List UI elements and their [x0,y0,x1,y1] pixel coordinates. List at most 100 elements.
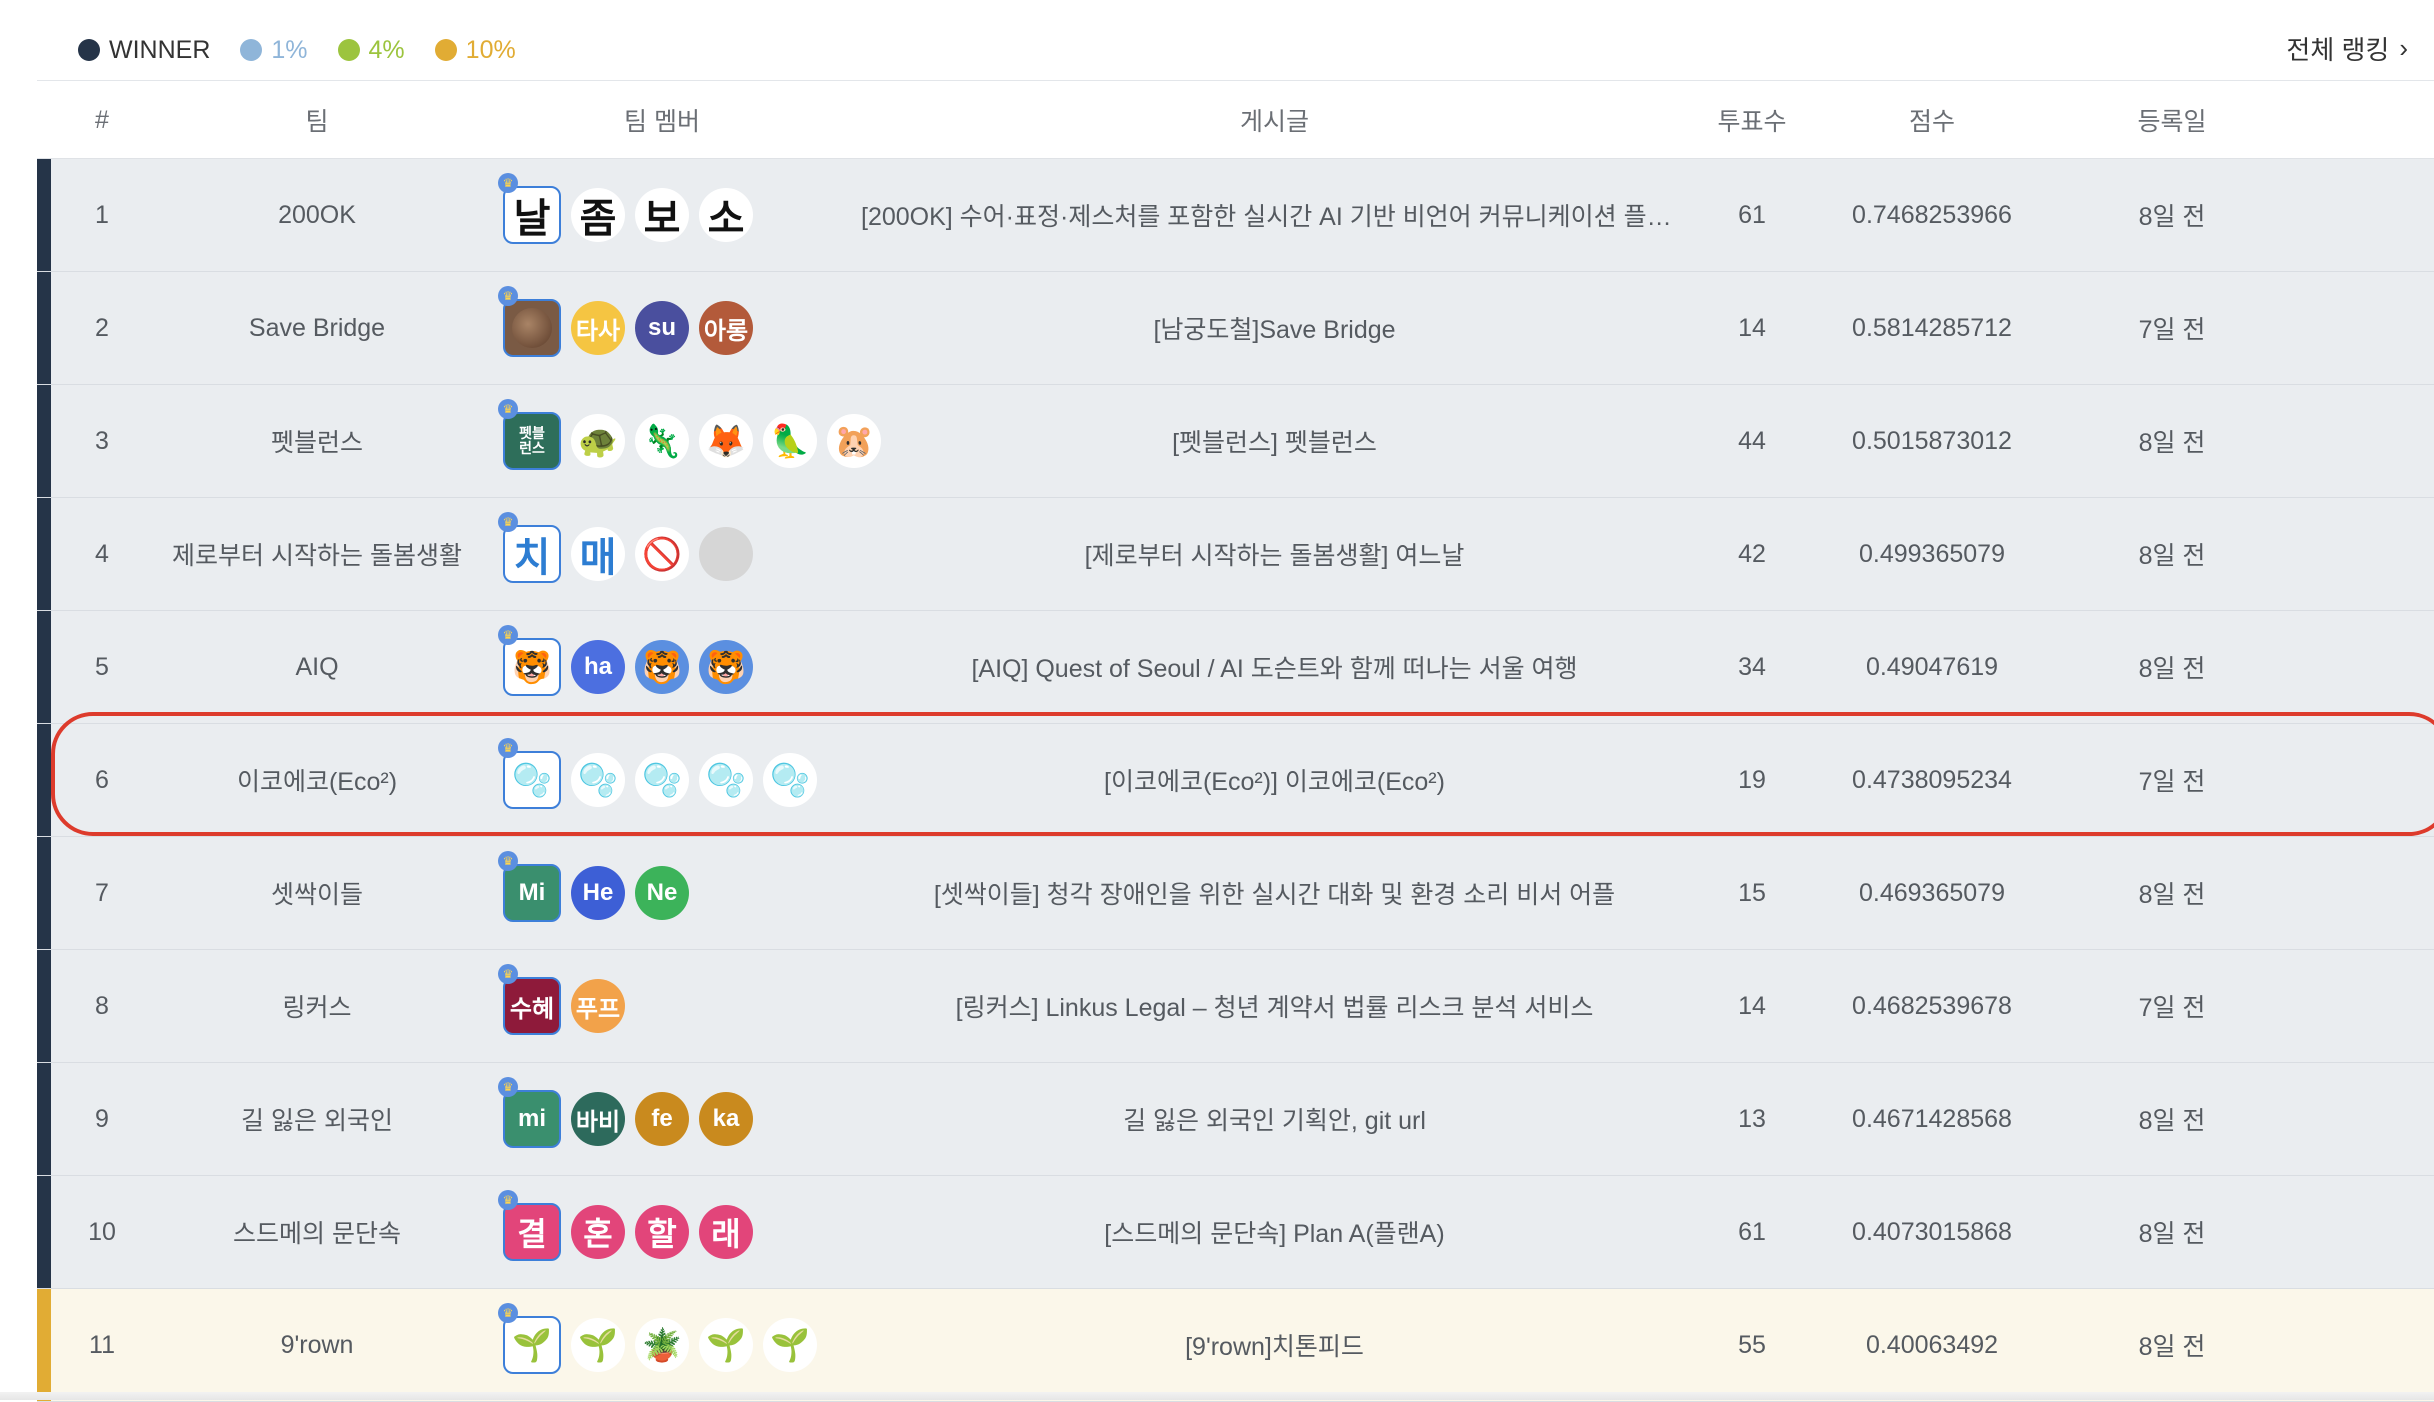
table-row[interactable]: 6 이코에코(Eco²) 🫧 ♛ 🫧 🫧 🫧 🫧 [이코에코(Eco²)] 이코에코(Eco²)… [37,724,2434,837]
member-avatar[interactable]: He [571,866,625,920]
post-title-link[interactable]: [제로부터 시작하는 돌봄생활] 여느날 [857,536,1692,572]
member-avatar[interactable]: 🫧 [635,753,689,807]
members-list: 🐯 ♛ ha 🐯 🐯 [498,625,857,696]
post-title-link[interactable]: 길 잃은 외국인 기획안, git url [857,1101,1692,1137]
avatar-initials: mi [517,1105,546,1132]
votes-cell: 34 [1738,652,1766,681]
member-avatar[interactable]: 혼 [571,1205,625,1259]
members-cell: 수혜 ♛ 푸프 [467,964,857,1035]
members-cell: 펫블 런스 ♛ 🐢 🦎 🦊 🦜 🐹 [467,399,881,470]
table-row[interactable]: 2 Save Bridge ♛ 타사 su 아롱 [남궁도철]Save Bridge 14 0.… [37,272,2434,385]
member-avatar[interactable]: 🐯 [699,640,753,694]
avatar-character-icon: 🐯 [512,649,552,685]
leader-avatar[interactable]: Mi ♛ [498,851,561,922]
member-avatar[interactable]: fe [635,1092,689,1146]
leader-avatar[interactable]: 🐯 ♛ [498,625,561,696]
member-avatar[interactable]: 푸프 [571,979,625,1033]
votes-cell: 14 [1738,991,1766,1020]
table-row[interactable]: 1 200OK 날 ♛ 좀 보 소 [200OK] 수어·표정·제스처를 포함한 실시간 AI… [37,159,2434,272]
leader-avatar[interactable]: mi ♛ [498,1077,561,1148]
rank-cell: 7 [95,878,109,907]
post-title-link[interactable]: [스드메의 문단속] Plan A(플랜A) [857,1214,1692,1250]
avatar-character-icon: 🌱 [512,1327,552,1363]
post-title-link[interactable]: [링커스] Linkus Legal – 청년 계약서 법률 리스크 분석 서비… [857,988,1692,1024]
table-header: # 팀 팀 멤버 게시글 투표수 점수 등록일 [37,82,2434,159]
member-avatar[interactable]: 🪴 [635,1318,689,1372]
member-avatar[interactable]: 매 [571,527,625,581]
table-row[interactable]: 9 길 잃은 외국인 mi ♛ 바비 fe ka 길 잃은 외국인 기획안, git url 1… [37,1063,2434,1176]
post-title-link[interactable]: [9'rown]치톤피드 [857,1327,1692,1363]
votes-cell: 44 [1738,426,1766,455]
member-avatar[interactable]: 래 [699,1205,753,1259]
score-cell: 0.499365079 [1859,539,2005,568]
leader-avatar[interactable]: 결 ♛ [498,1190,561,1261]
leader-avatar[interactable]: 🫧 ♛ [498,738,561,809]
votes-cell: 14 [1738,313,1766,342]
member-avatar[interactable]: ha [571,640,625,694]
member-avatar[interactable]: 바비 [571,1092,625,1146]
table-row[interactable]: 11 9'rown 🌱 ♛ 🌱 🪴 🌱 🌱 [9'rown]치톤피드 55 0.40063492 8일… [37,1289,2434,1402]
post-title-link[interactable]: [AIQ] Quest of Seoul / AI 도슨트와 함께 떠나는 서울… [857,649,1692,685]
member-avatar[interactable]: 🌱 [763,1318,817,1372]
post-title-link[interactable]: [남궁도철]Save Bridge [857,310,1692,346]
view-all-label: 전체 랭킹 [2286,35,2390,65]
post-title-link[interactable]: [셋싹이들] 청각 장애인을 위한 실시간 대화 및 환경 소리 비서 어플 [857,875,1692,911]
avatar-initials: 타사 [575,317,621,345]
leader-avatar[interactable]: 🌱 ♛ [498,1303,561,1374]
post-title-link[interactable]: [이코에코(Eco²)] 이코에코(Eco²) [857,762,1692,798]
rank-cell: 8 [95,991,109,1020]
leader-avatar[interactable]: 날 ♛ [498,173,561,244]
member-avatar[interactable]: ka [699,1092,753,1146]
member-avatar[interactable]: 🦊 [699,414,753,468]
member-avatar[interactable] [699,527,753,581]
member-avatar[interactable]: 할 [635,1205,689,1259]
member-avatar[interactable]: Ne [635,866,689,920]
avatar-character-icon: 🐯 [706,649,746,685]
member-avatar[interactable]: 🫧 [571,753,625,807]
member-avatar[interactable]: 🫧 [763,753,817,807]
table-row[interactable]: 7 셋싹이들 Mi ♛ He Ne [셋싹이들] 청각 장애인을 위한 실시간 대화 및 환… [37,837,2434,950]
member-avatar[interactable]: 🐢 [571,414,625,468]
member-avatar[interactable]: 보 [635,188,689,242]
table-row[interactable]: 4 제로부터 시작하는 돌봄생활 치 ♛ 매 🚫 [제로부터 시작하는 돌봄생활] 여느날 4… [37,498,2434,611]
score-cell: 0.4682539678 [1852,991,2012,1020]
score-cell: 0.4671428568 [1852,1104,2012,1133]
post-title-link[interactable]: [200OK] 수어·표정·제스처를 포함한 실시간 AI 기반 비언어 커뮤니… [857,197,1692,233]
member-avatar[interactable]: 좀 [571,188,625,242]
member-avatar[interactable]: 🌱 [699,1318,753,1372]
member-avatar[interactable]: 🫧 [699,753,753,807]
leader-avatar[interactable]: 수혜 ♛ [498,964,561,1035]
leader-avatar[interactable]: 치 ♛ [498,512,561,583]
member-avatar[interactable]: 🐯 [635,640,689,694]
column-header-post: 게시글 [1239,108,1309,136]
members-list: ♛ 타사 su 아롱 [498,286,857,357]
member-avatar[interactable]: 🚫 [635,527,689,581]
chevron-right-icon: › [2399,33,2408,63]
crown-icon: ♛ [498,286,518,306]
table-row[interactable]: 5 AIQ 🐯 ♛ ha 🐯 🐯 [AIQ] Quest of Seoul / AI 도슨트와… [37,611,2434,724]
table-row[interactable]: 3 펫블런스 펫블 런스 ♛ 🐢 🦎 🦊 🦜 🐹 [펫블런스] 펫블런스 44 0.501587301… [37,385,2434,498]
column-header-score: 점수 [1908,108,1955,136]
column-header-votes: 투표수 [1717,108,1787,136]
member-avatar[interactable]: 🦜 [763,414,817,468]
member-avatar[interactable]: 타사 [571,301,625,355]
member-avatar[interactable]: 🌱 [571,1318,625,1372]
member-avatar[interactable]: 아롱 [699,301,753,355]
member-avatar[interactable]: su [635,301,689,355]
divider [37,80,2434,81]
avatar-character-icon: 🦜 [770,423,810,459]
avatar-character-icon: 🫧 [642,762,682,798]
legend-label: WINNER [109,35,211,64]
view-all-ranking-link[interactable]: 전체 랭킹 › [2286,30,2408,67]
leader-avatar[interactable]: 펫블 런스 ♛ [498,399,561,470]
avatar-character-icon: 🫧 [512,762,552,798]
table-row[interactable]: 10 스드메의 문단속 결 ♛ 혼 할 래 [스드메의 문단속] Plan A(플랜A) 61 0… [37,1176,2434,1289]
member-avatar[interactable]: 🦎 [635,414,689,468]
member-avatar[interactable]: 🐹 [827,414,881,468]
ranking-table-body: 1 200OK 날 ♛ 좀 보 소 [200OK] 수어·표정·제스처를 포함한 실시간 AI… [37,159,2434,1402]
date-cell: 7일 전 [2138,994,2206,1022]
post-title-link[interactable]: [펫블런스] 펫블런스 [857,423,1692,459]
table-row[interactable]: 8 링커스 수혜 ♛ 푸프 [링커스] Linkus Legal – 청년 계약서 법률 … [37,950,2434,1063]
member-avatar[interactable]: 소 [699,188,753,242]
leader-avatar[interactable]: ♛ [498,286,561,357]
